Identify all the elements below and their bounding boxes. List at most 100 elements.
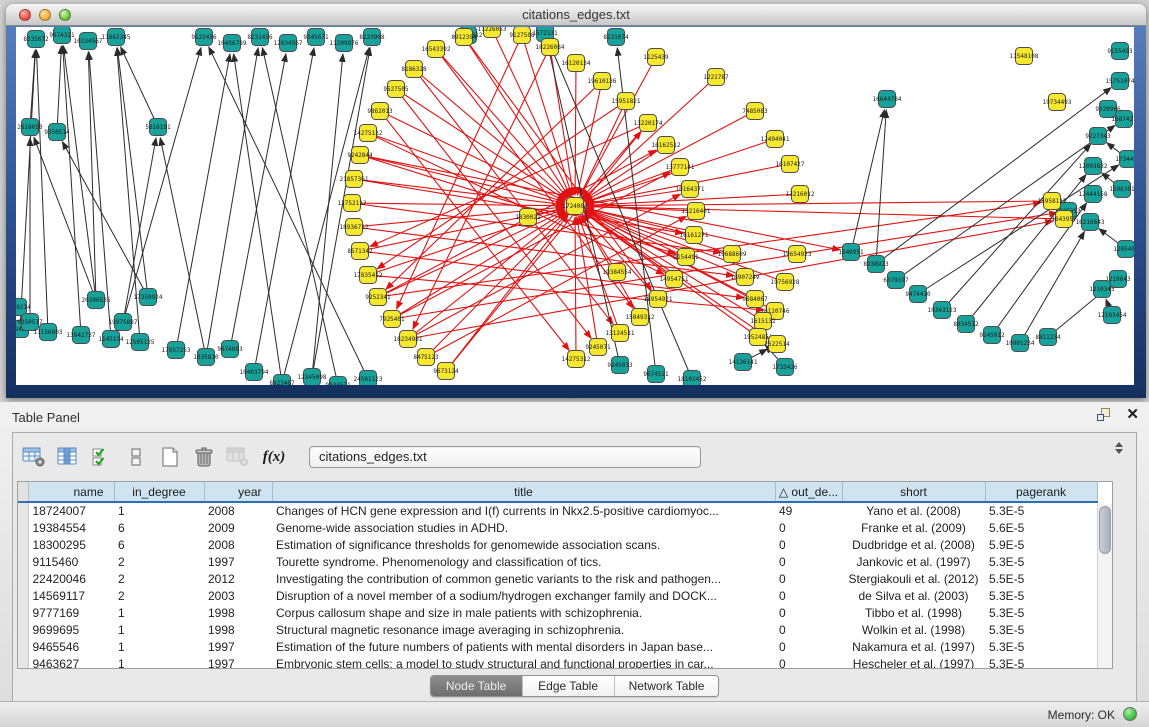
table-header-row[interactable]: namein_degreeyeartitle△ out_de...shortpa… bbox=[18, 482, 1097, 502]
graph-node[interactable]: 1640951 bbox=[838, 244, 864, 261]
cell-pagerank[interactable]: 5.3E-5 bbox=[985, 655, 1097, 669]
graph-node[interactable]: 9862013 bbox=[367, 103, 393, 120]
graph-edge[interactable] bbox=[876, 88, 1111, 264]
graph-node[interactable]: 16543392 bbox=[422, 41, 451, 58]
graph-node[interactable]: 8335672 bbox=[23, 31, 49, 48]
graph-edge[interactable] bbox=[586, 206, 1064, 219]
column-header-short[interactable]: short bbox=[842, 482, 985, 502]
table-row[interactable]: 977716911998Corpus callosum shape and si… bbox=[18, 604, 1097, 621]
graph-node[interactable]: 13124511 bbox=[606, 325, 635, 342]
cell-in_degree[interactable]: 2 bbox=[114, 553, 204, 570]
graph-node[interactable]: 9227343 bbox=[1085, 128, 1111, 145]
scrollbar-thumb[interactable] bbox=[1099, 506, 1111, 554]
graph-node[interactable]: 9034571 bbox=[325, 377, 351, 386]
graph-node[interactable]: 19734493 bbox=[1043, 94, 1072, 111]
citation-network-graph[interactable]: 8335672967432110234567118623459123456104… bbox=[16, 27, 1134, 385]
cell-in_degree[interactable]: 6 bbox=[114, 536, 204, 553]
cell-rowhdr[interactable] bbox=[18, 638, 28, 655]
select-columns-button[interactable] bbox=[87, 443, 117, 471]
new-column-button[interactable] bbox=[155, 443, 185, 471]
cell-title[interactable]: Estimation of the future numbers of pati… bbox=[272, 638, 775, 655]
cell-name[interactable]: 9699695 bbox=[28, 621, 114, 638]
graph-node[interactable]: 19654923 bbox=[783, 246, 812, 263]
graph-node[interactable]: 16162512 bbox=[652, 137, 681, 154]
table-options-button[interactable] bbox=[19, 443, 49, 471]
cell-short[interactable]: Nakamura et al. (1997) bbox=[842, 638, 985, 655]
graph-node[interactable]: 8938923 bbox=[863, 256, 889, 273]
cell-pagerank[interactable]: 5.3E-5 bbox=[985, 604, 1097, 621]
graph-node[interactable]: 19975887 bbox=[109, 314, 138, 331]
cell-pagerank[interactable]: 5.3E-5 bbox=[985, 587, 1097, 604]
column-header-year[interactable]: year bbox=[204, 482, 272, 502]
cell-year[interactable]: 2008 bbox=[204, 536, 272, 553]
graph-node[interactable]: 10901234 bbox=[1006, 335, 1035, 352]
graph-node[interactable]: 9123456 bbox=[191, 29, 217, 46]
table-row[interactable]: 2242004622012Investigating the contribut… bbox=[18, 570, 1097, 587]
cell-year[interactable]: 1998 bbox=[204, 621, 272, 638]
graph-node[interactable]: 13942737 bbox=[67, 327, 96, 344]
graph-node[interactable]: 9242844 bbox=[347, 147, 373, 164]
graph-edge[interactable] bbox=[582, 123, 648, 198]
show-columns-button[interactable] bbox=[53, 443, 83, 471]
graph-node[interactable]: 19384554 bbox=[603, 264, 632, 281]
table-row[interactable]: 946554611997Estimation of the future num… bbox=[18, 638, 1097, 655]
graph-node[interactable]: 12093832 bbox=[1079, 158, 1108, 175]
cell-rowhdr[interactable] bbox=[18, 570, 28, 587]
graph-node[interactable]: 16644784 bbox=[873, 91, 902, 108]
graph-node[interactable]: 13777141 bbox=[666, 159, 695, 176]
cell-title[interactable]: Changes of HCN gene expression and I(f) … bbox=[272, 502, 775, 519]
tab-node-table[interactable]: Node Table bbox=[431, 676, 523, 696]
column-header-pagerank[interactable]: pagerank bbox=[985, 482, 1097, 502]
graph-edge[interactable] bbox=[966, 175, 1086, 324]
cell-name[interactable]: 22420046 bbox=[28, 570, 114, 587]
graph-node[interactable]: 18103452 bbox=[678, 371, 707, 386]
graph-edge[interactable] bbox=[312, 54, 343, 377]
graph-node[interactable]: 9674093 bbox=[217, 341, 243, 358]
cell-title[interactable]: Estimation of significance thresholds fo… bbox=[272, 536, 775, 553]
graph-node[interactable]: 9245071 bbox=[585, 339, 611, 356]
graph-edge[interactable] bbox=[282, 48, 369, 383]
graph-node[interactable]: 10343123 bbox=[928, 302, 957, 319]
cell-pagerank[interactable]: 5.3E-5 bbox=[985, 553, 1097, 570]
graph-node[interactable]: 12505135 bbox=[126, 334, 155, 351]
graph-node[interactable]: 11862345 bbox=[102, 29, 131, 46]
graph-edge[interactable] bbox=[206, 48, 258, 357]
graph-edge[interactable] bbox=[575, 217, 576, 359]
graph-node[interactable]: 9673124 bbox=[433, 363, 459, 380]
graph-node[interactable]: 21857361 bbox=[340, 171, 369, 188]
graph-node[interactable]: 17957253 bbox=[162, 342, 191, 359]
graph-edge[interactable] bbox=[30, 50, 35, 127]
cell-name[interactable]: 9115460 bbox=[28, 553, 114, 570]
graph-node[interactable]: 9154491 bbox=[673, 249, 699, 266]
graph-edge[interactable] bbox=[262, 48, 338, 385]
cell-in_degree[interactable]: 1 bbox=[114, 655, 204, 669]
graph-node[interactable]: 15951821 bbox=[612, 93, 641, 110]
cell-year[interactable]: 1997 bbox=[204, 638, 272, 655]
graph-edge[interactable] bbox=[851, 110, 884, 252]
table-row[interactable]: 1938455462009Genome-wide association stu… bbox=[18, 519, 1097, 536]
cell-in_degree[interactable]: 1 bbox=[114, 638, 204, 655]
cell-title[interactable]: Genome-wide association studies in ADHD. bbox=[272, 519, 775, 536]
graph-node[interactable]: 1205401 bbox=[1113, 241, 1134, 258]
table-row[interactable]: 911546021997Tourette syndrome. Phenomeno… bbox=[18, 553, 1097, 570]
cell-rowhdr[interactable] bbox=[18, 502, 28, 519]
cell-out_degree[interactable]: 0 bbox=[775, 587, 842, 604]
graph-edge[interactable] bbox=[63, 46, 81, 335]
graph-edge[interactable] bbox=[446, 215, 568, 371]
graph-node[interactable]: 16210643 bbox=[1076, 214, 1105, 231]
cell-name[interactable]: 9465546 bbox=[28, 638, 114, 655]
column-header-name[interactable]: name bbox=[28, 482, 114, 502]
graph-edge[interactable] bbox=[117, 48, 148, 297]
graph-edge[interactable] bbox=[254, 48, 314, 372]
graph-node[interactable]: 16107427 bbox=[776, 156, 805, 173]
graph-node[interactable]: 9252341 bbox=[365, 289, 391, 306]
cell-pagerank[interactable]: 5.6E-5 bbox=[985, 519, 1097, 536]
cell-out_degree[interactable]: 0 bbox=[775, 553, 842, 570]
cell-short[interactable]: Tibbo et al. (1998) bbox=[842, 604, 985, 621]
table-row[interactable]: 969969511998Structural magnetic resonanc… bbox=[18, 621, 1097, 638]
cell-title[interactable]: Corpus callosum shape and size in male p… bbox=[272, 604, 775, 621]
cell-in_degree[interactable]: 2 bbox=[114, 587, 204, 604]
node-table[interactable]: namein_degreeyeartitle△ out_de...shortpa… bbox=[18, 482, 1098, 669]
graph-node[interactable]: 12103454 bbox=[1098, 307, 1127, 324]
cell-out_degree[interactable]: 0 bbox=[775, 604, 842, 621]
